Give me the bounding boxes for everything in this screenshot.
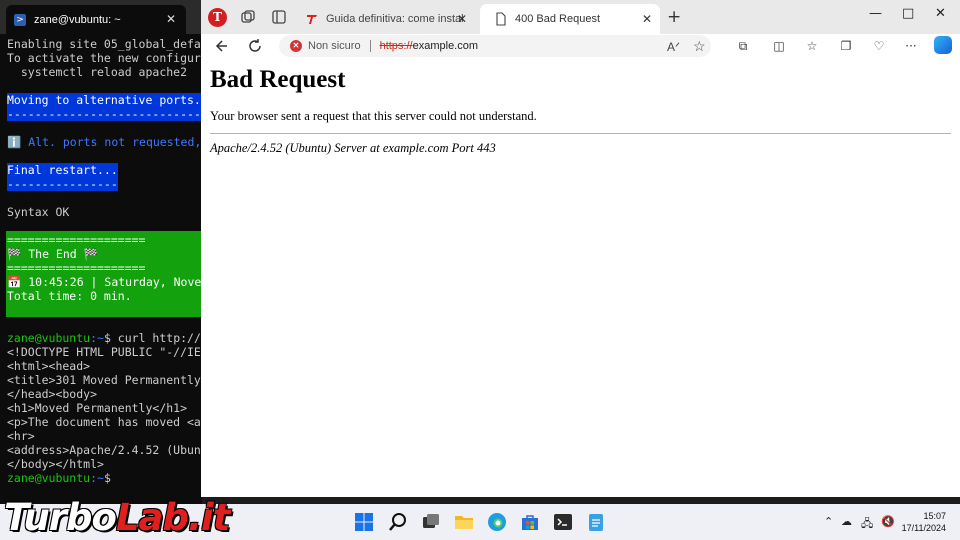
tab-400-bad-request[interactable]: 400 Bad Request ✕ [480,4,660,34]
refresh-icon [249,39,261,52]
search-icon[interactable] [387,511,409,533]
security-status[interactable]: Non sicuro [308,40,361,52]
url-scheme: https:// [379,40,413,52]
browser-essentials-icon[interactable]: ♡ [870,38,888,54]
collections-icon[interactable]: ❐ [837,38,855,54]
terminal-tab-title: zane@vubuntu: ~ [34,13,121,26]
not-secure-icon[interactable]: ✕ [290,40,302,52]
network-icon[interactable]: 🖧 [861,515,873,534]
clock-date: 17/11/2024 [901,523,946,533]
error-message: Your browser sent a request that this se… [210,109,537,123]
terminal-line: <hr> [7,429,35,443]
logo-part-1: Turbo [4,496,117,539]
terminal-tab-bar: > zane@vubuntu: ~ ✕ [0,0,202,34]
turbolab-watermark-logo: TurboLab.it [4,496,230,539]
terminal-line: ℹ️ Alt. ports not requested, [7,135,202,149]
terminal-tab[interactable]: > zane@vubuntu: ~ ✕ [6,5,186,34]
terminal-line: 🏁 The End 🏁 [7,247,98,261]
close-icon[interactable]: ✕ [166,12,176,26]
terminal-line: systemctl reload apache2 [7,65,188,79]
notepad-icon[interactable] [585,511,607,533]
terminal-line: To activate the new configur [7,51,201,65]
terminal-line: Moving to alternative ports. [7,93,201,107]
close-icon[interactable]: ✕ [642,12,652,26]
terminal-line: <title>301 Moved Permanently [7,373,201,387]
page-heading: Bad Request [210,66,346,93]
prompt-path: :~ [90,331,104,345]
refresh-button[interactable] [245,36,265,56]
more-options-icon[interactable]: ··· [902,38,920,54]
prompt-user: zane@vubuntu [7,331,91,345]
copilot-icon[interactable] [934,36,952,54]
minimize-button[interactable]: — [869,6,882,21]
terminal-line: Enabling site 05_global_defa [7,37,201,51]
terminal-line: <p>The document has moved <a [7,415,201,429]
onedrive-cloud-icon[interactable]: ☁ [841,515,852,528]
terminal-line: <html><head> [7,359,91,373]
volume-muted-icon[interactable]: 🔇 [881,515,895,528]
terminal-prompt-line: zane@vubuntu:~$ curl http:// [7,331,201,345]
terminal-line: Final restart... [7,163,118,177]
terminal-line: ---------------- [7,177,118,191]
terminal-line: </head><body> [7,387,98,401]
close-window-button[interactable]: ✕ [935,6,946,21]
page-content: Bad Request Your browser sent a request … [201,58,960,497]
profile-avatar[interactable]: T [208,8,227,27]
server-signature: Apache/2.4.52 (Ubuntu) Server at example… [210,141,496,155]
read-aloud-icon[interactable]: Aᐟ [667,40,680,54]
terminal-line: </body></html> [7,457,104,471]
system-clock[interactable]: 15:07 17/11/2024 [902,510,946,534]
url-host: example.com [412,40,479,52]
address-bar[interactable]: ✕ Non sicuro https:// example.com Aᐟ ☆ [279,35,711,57]
tab-guida-definitiva[interactable]: Guida definitiva: come installare e ✕ [299,4,475,34]
prompt-user: zane@vubuntu [7,471,91,485]
divider [210,133,951,134]
terminal-app-icon[interactable] [552,511,574,533]
terminal-line: ==================== [7,261,146,275]
start-windows-icon[interactable] [353,511,375,533]
task-view-icon[interactable] [420,511,442,533]
terminal-line: ---------------------------- [7,107,201,121]
terminal-line: <h1>Moved Permanently</h1> [7,401,188,415]
tab-actions-icon[interactable] [270,8,288,26]
logo-part-2: Lab.it [115,496,230,539]
separator [369,40,371,52]
browser-tab-bar: T Guida definitiva: come installare e ✕ … [201,0,960,34]
terminal-output[interactable]: Enabling site 05_global_defa To activate… [0,34,202,504]
turbolab-favicon-icon [307,15,317,24]
chevron-up-icon[interactable]: ⌃ [824,515,833,528]
tab-label: Guida definitiva: come installare e [326,13,464,25]
back-button[interactable] [212,36,232,56]
arrow-left-icon [215,40,227,52]
close-icon[interactable]: ✕ [457,12,467,26]
powershell-icon: > [14,13,26,26]
terminal-line: Syntax OK [7,205,70,219]
favorite-star-icon[interactable]: ☆ [693,38,706,55]
workspaces-icon[interactable] [239,8,257,26]
document-icon [496,12,506,26]
terminal-line: <!DOCTYPE HTML PUBLIC "-//IE [7,345,201,359]
prompt-symbol: $ [103,471,111,485]
browser-window[interactable]: T Guida definitiva: come installare e ✕ … [201,0,960,497]
edge-browser-icon[interactable] [486,511,508,533]
prompt-command: $ curl http:// [103,331,201,345]
terminal-line: Total time: 0 min. [7,289,132,303]
extensions-icon[interactable]: ⧉ [734,38,752,54]
maximize-button[interactable]: □ [902,6,914,21]
terminal-line: 📅 10:45:26 | Saturday, Nove [7,275,202,289]
clock-time: 15:07 [923,511,946,521]
terminal-window[interactable]: > zane@vubuntu: ~ ✕ Enabling site 05_glo… [0,0,202,504]
favorites-icon[interactable]: ☆ [803,38,821,54]
microsoft-store-icon[interactable] [519,511,541,533]
terminal-final-prompt[interactable]: zane@vubuntu:~$ [7,471,111,485]
split-screen-icon[interactable]: ◫ [770,38,788,54]
terminal-line: ==================== [7,233,146,247]
terminal-line: <address>Apache/2.4.52 (Ubun [7,443,201,457]
new-tab-button[interactable]: + [667,7,681,27]
prompt-path: :~ [90,471,104,485]
file-explorer-icon[interactable] [453,511,475,533]
tab-label: 400 Bad Request [515,13,601,25]
